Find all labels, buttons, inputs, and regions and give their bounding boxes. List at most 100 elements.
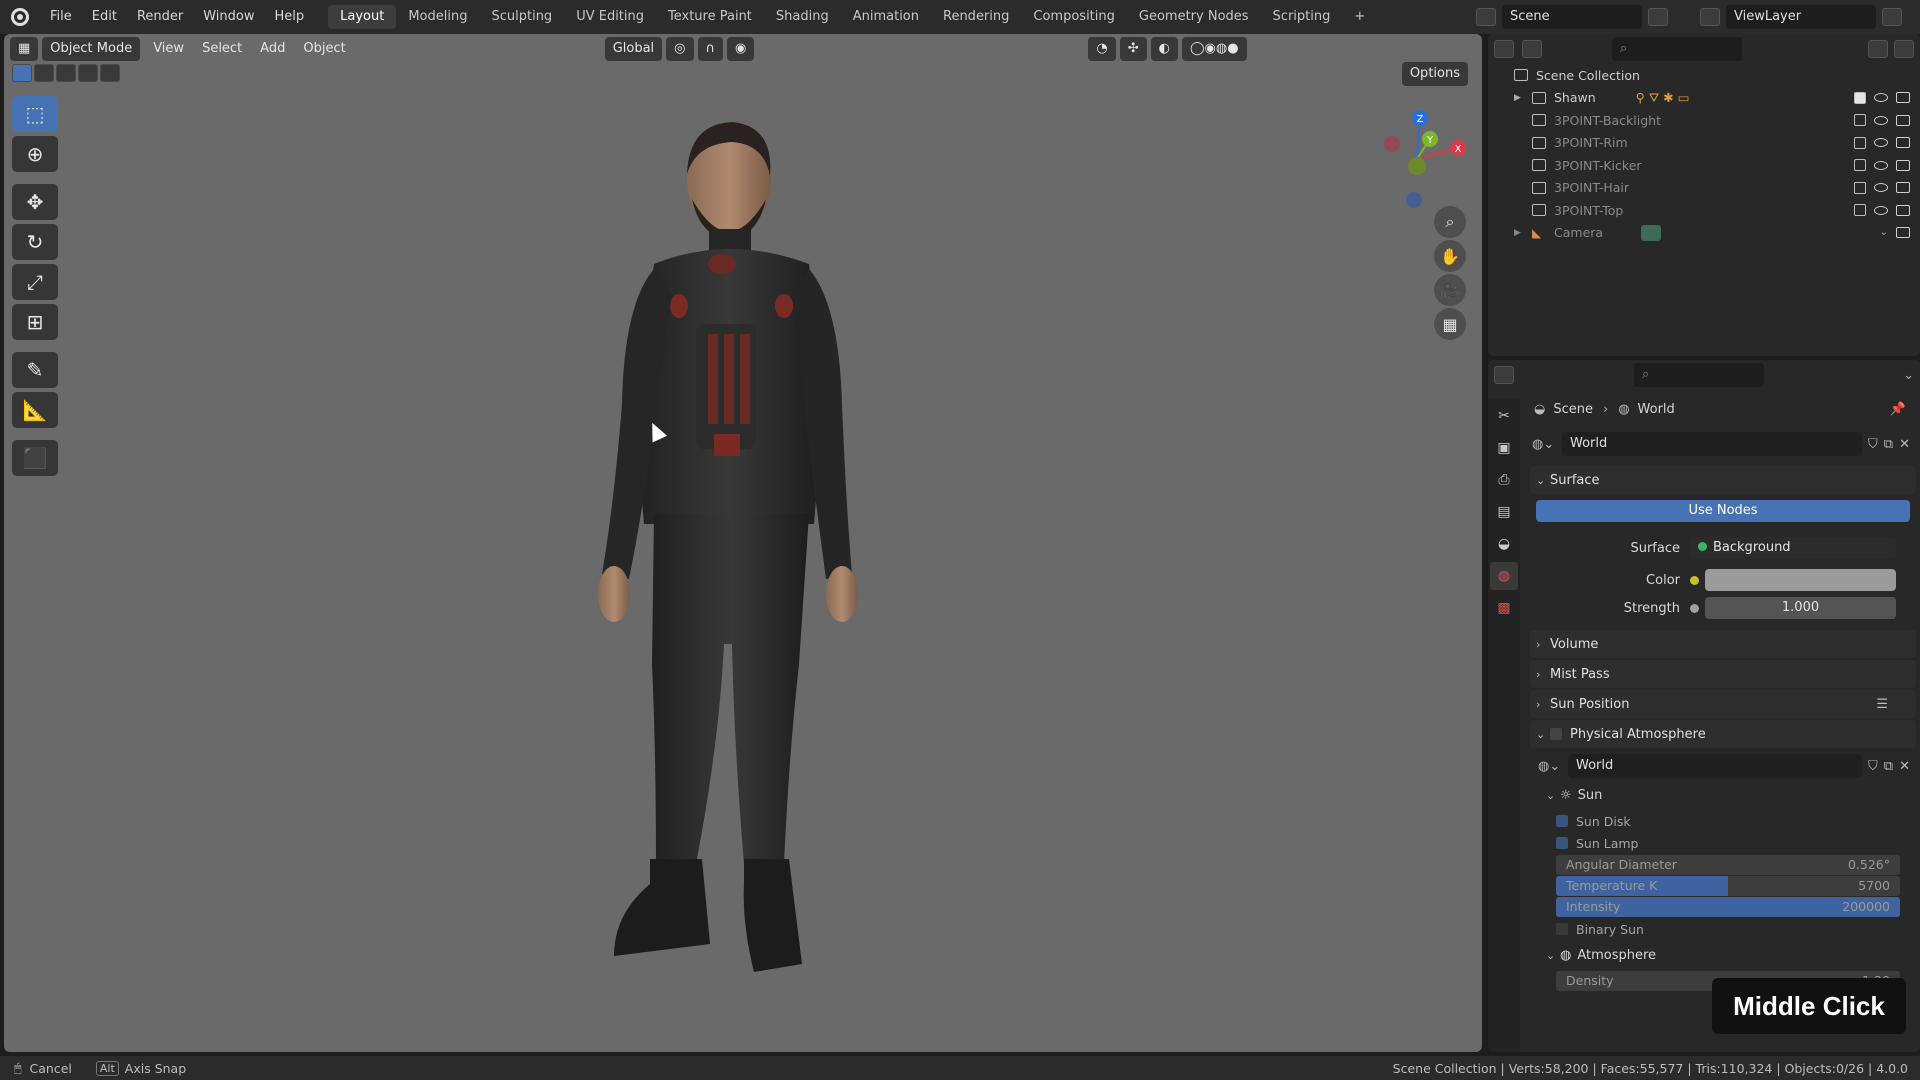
- perspective-grid-icon[interactable]: ▦: [1434, 308, 1466, 340]
- scene-selector[interactable]: Scene: [1476, 4, 1668, 30]
- character-model[interactable]: [584, 104, 904, 1004]
- render-camera-icon[interactable]: [1896, 204, 1910, 216]
- render-camera-icon[interactable]: [1896, 137, 1910, 149]
- select-box-tool-icon[interactable]: ⬚: [12, 96, 58, 132]
- object-mode-dropdown[interactable]: Object Mode: [42, 37, 141, 61]
- tab-shading[interactable]: Shading: [764, 5, 841, 29]
- sun-subpanel-header[interactable]: ⌄ ☼ Sun: [1526, 780, 1920, 810]
- scene-name-field[interactable]: Scene: [1502, 5, 1642, 29]
- exclude-checkbox[interactable]: [1854, 91, 1866, 104]
- temperature-slider[interactable]: Temperature K 5700: [1556, 876, 1900, 896]
- orientation-dropdown[interactable]: Global: [604, 37, 663, 61]
- eye-icon[interactable]: [1874, 93, 1888, 103]
- duplicate-icon[interactable]: ⧉: [1884, 759, 1893, 774]
- expand-arrow-icon[interactable]: ▶: [1514, 93, 1532, 103]
- menu-file[interactable]: File: [40, 4, 82, 30]
- select-subtract-icon[interactable]: [56, 64, 76, 82]
- atmosphere-world-field[interactable]: World: [1568, 754, 1863, 778]
- pivot-icon[interactable]: ◎: [666, 37, 694, 61]
- tab-animation[interactable]: Animation: [841, 5, 931, 29]
- menu-window[interactable]: Window: [193, 4, 264, 30]
- menu-help[interactable]: Help: [265, 4, 315, 30]
- filter-icon[interactable]: [1868, 40, 1888, 58]
- outliner-search-input[interactable]: ⌕: [1612, 37, 1742, 61]
- exclude-checkbox[interactable]: [1854, 136, 1866, 149]
- options-dropdown[interactable]: Options: [1401, 62, 1468, 86]
- tab-texture-paint[interactable]: Texture Paint: [656, 5, 764, 29]
- outliner-item-camera[interactable]: ▶ ◣ Camera ⌄: [1488, 222, 1920, 245]
- mist-pass-panel-header[interactable]: › Mist Pass: [1530, 660, 1916, 688]
- snap-icon[interactable]: ∩: [697, 37, 724, 61]
- tab-layout[interactable]: Layout: [328, 5, 397, 29]
- gizmo-neg-x-axis[interactable]: [1384, 136, 1400, 152]
- 3d-viewport[interactable]: ▦ Object Mode View Select Add Object Glo…: [4, 34, 1482, 1052]
- rotate-tool-icon[interactable]: ↻: [12, 224, 58, 260]
- menu-select[interactable]: Select: [193, 37, 251, 61]
- render-camera-icon[interactable]: [1896, 227, 1910, 239]
- duplicate-icon[interactable]: ⧉: [1884, 437, 1893, 452]
- tab-scripting[interactable]: Scripting: [1261, 5, 1343, 29]
- tab-geometry-nodes[interactable]: Geometry Nodes: [1127, 5, 1261, 29]
- new-view-layer-icon[interactable]: [1882, 8, 1902, 26]
- transform-tool-icon[interactable]: ⊞: [12, 304, 58, 340]
- binary-sun-row[interactable]: Binary Sun: [1526, 918, 1920, 940]
- tab-sculpting[interactable]: Sculpting: [479, 5, 564, 29]
- cursor-tool-icon[interactable]: ⊕: [12, 136, 58, 172]
- sun-position-panel-header[interactable]: › Sun Position ☰: [1530, 690, 1916, 718]
- select-invert-icon[interactable]: [78, 64, 98, 82]
- new-collection-icon[interactable]: [1894, 40, 1914, 58]
- eye-icon[interactable]: [1874, 205, 1888, 215]
- editor-type-icon[interactable]: ▦: [10, 37, 39, 61]
- angular-diameter-slider[interactable]: Angular Diameter 0.526°: [1556, 855, 1900, 875]
- surface-shader-field[interactable]: Background: [1690, 537, 1896, 559]
- pin-icon[interactable]: 📌: [1890, 402, 1906, 417]
- world-tab-icon[interactable]: ◍: [1490, 562, 1518, 590]
- sun-disk-checkbox[interactable]: [1556, 815, 1568, 827]
- physical-atmosphere-panel-header[interactable]: ⌄ Physical Atmosphere: [1530, 720, 1916, 748]
- menu-render[interactable]: Render: [127, 4, 193, 30]
- new-scene-icon[interactable]: [1648, 8, 1668, 26]
- view-layer-selector[interactable]: ViewLayer: [1700, 4, 1902, 30]
- sun-lamp-checkbox[interactable]: [1556, 837, 1568, 849]
- add-cube-tool-icon[interactable]: ⬛: [12, 440, 58, 476]
- eye-icon[interactable]: [1874, 115, 1888, 125]
- chevron-down-icon[interactable]: ⌄: [1880, 227, 1888, 238]
- overlay-toggle-icon[interactable]: ◐: [1150, 37, 1178, 61]
- add-workspace-button[interactable]: +: [1342, 5, 1377, 29]
- eye-icon[interactable]: [1874, 183, 1888, 193]
- outliner-item-shawn[interactable]: ▶ Shawn ⚲ ⛛ ✱ ▭: [1488, 87, 1920, 110]
- zoom-icon[interactable]: ⌕: [1434, 206, 1466, 238]
- menu-add[interactable]: Add: [251, 37, 294, 61]
- exclude-checkbox[interactable]: [1854, 159, 1866, 172]
- navigation-gizmo[interactable]: Z Y X: [1362, 94, 1472, 224]
- world-browse-icon[interactable]: ◍⌄: [1538, 759, 1568, 774]
- render-camera-icon[interactable]: [1896, 114, 1910, 126]
- unlink-x-icon[interactable]: ✕: [1899, 759, 1910, 774]
- surface-panel-header[interactable]: ⌄ Surface: [1530, 466, 1916, 494]
- shading-modes-icon[interactable]: ◯◉◍●: [1181, 37, 1247, 61]
- output-tab-icon[interactable]: ⎙: [1490, 466, 1518, 494]
- outliner-item-kicker[interactable]: 3POINT-Kicker: [1488, 154, 1920, 177]
- expand-arrow-icon[interactable]: ▶: [1514, 228, 1532, 238]
- pan-hand-icon[interactable]: ✋: [1434, 240, 1466, 272]
- menu-view[interactable]: View: [144, 37, 193, 61]
- eye-icon[interactable]: [1874, 160, 1888, 170]
- tab-rendering[interactable]: Rendering: [931, 5, 1021, 29]
- sun-disk-row[interactable]: Sun Disk: [1526, 810, 1920, 832]
- strength-field[interactable]: 1.000: [1705, 597, 1896, 619]
- gizmo-neg-y-axis[interactable]: [1408, 157, 1426, 175]
- world-browse-icon[interactable]: ◍⌄: [1532, 437, 1562, 452]
- menu-edit[interactable]: Edit: [82, 4, 127, 30]
- outliner-editor-icon[interactable]: [1494, 40, 1514, 58]
- intensity-slider[interactable]: Intensity 200000: [1556, 897, 1900, 917]
- use-nodes-button[interactable]: Use Nodes: [1536, 500, 1910, 522]
- texture-tab-icon[interactable]: ▩: [1490, 594, 1518, 622]
- physical-atmosphere-checkbox[interactable]: [1550, 728, 1562, 740]
- binary-sun-checkbox[interactable]: [1556, 923, 1568, 935]
- atmosphere-subpanel-header[interactable]: ⌄ ◍ Atmosphere: [1526, 940, 1920, 970]
- tab-compositing[interactable]: Compositing: [1021, 5, 1127, 29]
- view-layer-tab-icon[interactable]: ▤: [1490, 498, 1518, 526]
- properties-editor-icon[interactable]: [1494, 366, 1514, 384]
- render-tab-icon[interactable]: ▣: [1490, 434, 1518, 462]
- fake-user-shield-icon[interactable]: ⛉: [1868, 759, 1878, 774]
